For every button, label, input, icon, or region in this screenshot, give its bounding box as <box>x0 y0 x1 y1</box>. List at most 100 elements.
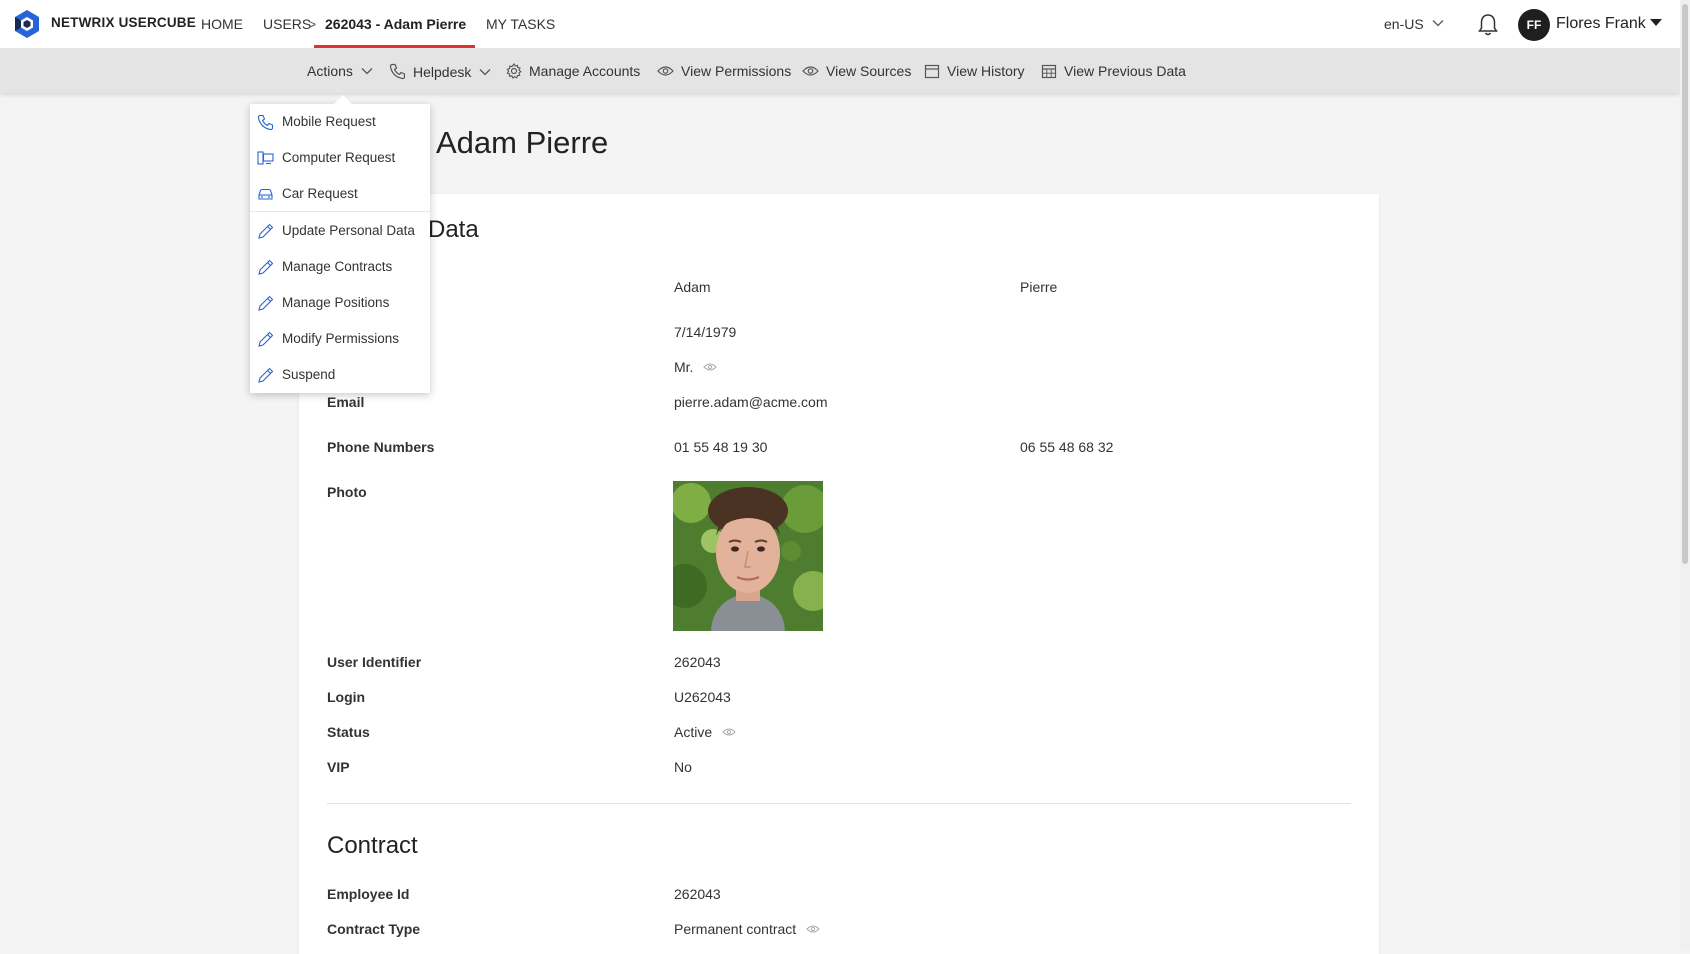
menu-divider <box>250 211 430 212</box>
pencil-icon <box>258 331 274 347</box>
menu-item-update-personal-data[interactable]: Update Personal Data <box>250 213 430 249</box>
view-sources-button[interactable]: View Sources <box>802 63 911 79</box>
computer-icon <box>257 151 274 165</box>
status-label: Status <box>327 724 370 740</box>
menu-item-label: Computer Request <box>282 150 396 165</box>
pencil-icon <box>258 259 274 275</box>
email-label: Email <box>327 394 365 410</box>
chevron-down-icon[interactable] <box>1432 17 1444 29</box>
contract-type-text: Permanent contract <box>674 921 797 937</box>
eye-icon <box>802 66 819 76</box>
nav-my-tasks[interactable]: MY TASKS <box>486 16 555 32</box>
vip-label: VIP <box>327 759 350 775</box>
user-photo <box>673 481 823 631</box>
employee-id-label: Employee Id <box>327 886 410 902</box>
user-identifier-value: 262043 <box>674 654 721 670</box>
pencil-icon <box>258 223 274 239</box>
calendar-grid-icon <box>1041 64 1057 79</box>
user-details-card <box>299 194 1379 954</box>
phone-number-1: 01 55 48 19 30 <box>674 439 768 455</box>
nav-home[interactable]: HOME <box>201 16 243 32</box>
view-permissions-label: View Permissions <box>681 63 792 79</box>
menu-item-suspend[interactable]: Suspend <box>250 357 430 393</box>
actions-menu: Mobile Request Computer Request Car Requ… <box>250 104 430 393</box>
breadcrumb-separator: > <box>308 16 317 32</box>
language-selector[interactable]: en-US <box>1384 16 1424 32</box>
view-history-button[interactable]: View History <box>924 63 1025 79</box>
menu-item-label: Manage Contracts <box>282 259 393 274</box>
contract-type-value: Permanent contract <box>674 921 820 937</box>
active-nav-underline <box>314 45 475 48</box>
chevron-down-icon <box>361 68 373 75</box>
user-avatar[interactable]: FF <box>1518 9 1550 41</box>
actions-label: Actions <box>307 63 353 79</box>
view-permissions-button[interactable]: View Permissions <box>657 63 791 79</box>
user-name[interactable]: Flores Frank <box>1556 15 1646 33</box>
user-photo-image <box>673 481 823 631</box>
email-value: pierre.adam@acme.com <box>674 394 828 410</box>
phone-number-2: 06 55 48 68 32 <box>1020 439 1114 455</box>
eye-icon[interactable] <box>722 727 736 737</box>
menu-item-manage-contracts[interactable]: Manage Contracts <box>250 249 430 285</box>
user-identifier-label: User Identifier <box>327 654 422 670</box>
login-value: U262043 <box>674 689 731 705</box>
contract-section-title: Contract <box>327 832 418 859</box>
manage-accounts-button[interactable]: Manage Accounts <box>506 63 640 79</box>
menu-item-mobile-request[interactable]: Mobile Request <box>250 104 430 140</box>
menu-pointer <box>334 95 352 104</box>
menu-item-modify-permissions[interactable]: Modify Permissions <box>250 321 430 357</box>
page-title: Adam Pierre <box>436 125 609 160</box>
phone-icon <box>389 63 406 80</box>
view-previous-data-label: View Previous Data <box>1064 63 1186 79</box>
calendar-icon <box>924 64 940 79</box>
birth-date-value: 7/14/1979 <box>674 324 737 340</box>
menu-item-label: Suspend <box>282 367 336 382</box>
page-scrollbar-thumb[interactable] <box>1682 4 1688 564</box>
section-divider <box>327 803 1351 804</box>
first-name-value: Adam <box>674 279 711 295</box>
helpdesk-label: Helpdesk <box>413 63 472 80</box>
menu-item-computer-request[interactable]: Computer Request <box>250 140 430 176</box>
nav-users[interactable]: USERS <box>263 16 311 32</box>
view-previous-data-button[interactable]: View Previous Data <box>1041 63 1186 79</box>
phone-numbers-label: Phone Numbers <box>327 439 435 455</box>
phone-icon <box>257 114 274 131</box>
eye-icon <box>657 66 674 76</box>
breadcrumb-current[interactable]: 262043 - Adam Pierre <box>325 16 466 32</box>
menu-item-label: Update Personal Data <box>282 223 415 238</box>
personal-data-section-title: Data <box>428 216 479 243</box>
status-text: Active <box>674 724 713 740</box>
helpdesk-dropdown-button[interactable]: Helpdesk <box>389 63 491 80</box>
view-sources-label: View Sources <box>826 63 912 79</box>
menu-item-label: Modify Permissions <box>282 331 400 346</box>
status-value: Active <box>674 724 736 740</box>
brand-name[interactable]: NETWRIX USERCUBE <box>51 15 196 30</box>
title-value: Mr. <box>674 359 718 375</box>
pencil-icon <box>258 367 274 383</box>
photo-label: Photo <box>327 484 367 500</box>
bell-icon[interactable] <box>1477 13 1499 37</box>
gear-icon <box>506 63 522 79</box>
menu-item-manage-positions[interactable]: Manage Positions <box>250 285 430 321</box>
employee-id-value: 262043 <box>674 886 721 902</box>
last-name-value: Pierre <box>1020 279 1058 295</box>
actions-dropdown-button[interactable]: Actions <box>307 63 373 79</box>
title-text: Mr. <box>674 359 694 375</box>
action-bar: Actions Helpdesk Manage Accounts View Pe… <box>0 49 1680 93</box>
eye-icon[interactable] <box>806 924 820 934</box>
menu-item-car-request[interactable]: Car Request <box>250 176 430 212</box>
contract-type-label: Contract Type <box>327 921 421 937</box>
netwrix-logo-icon[interactable] <box>12 9 42 39</box>
vip-value: No <box>674 759 692 775</box>
manage-accounts-label: Manage Accounts <box>529 63 641 79</box>
eye-icon[interactable] <box>703 362 718 372</box>
car-icon <box>258 188 273 200</box>
view-history-label: View History <box>947 63 1025 79</box>
chevron-down-icon <box>479 68 491 75</box>
menu-item-label: Manage Positions <box>282 295 390 310</box>
menu-item-label: Car Request <box>282 186 358 201</box>
caret-down-icon[interactable] <box>1650 19 1662 26</box>
top-bar: NETWRIX USERCUBE HOME USERS > 262043 - A… <box>0 0 1680 49</box>
menu-item-label: Mobile Request <box>282 114 376 129</box>
login-label: Login <box>327 689 366 705</box>
